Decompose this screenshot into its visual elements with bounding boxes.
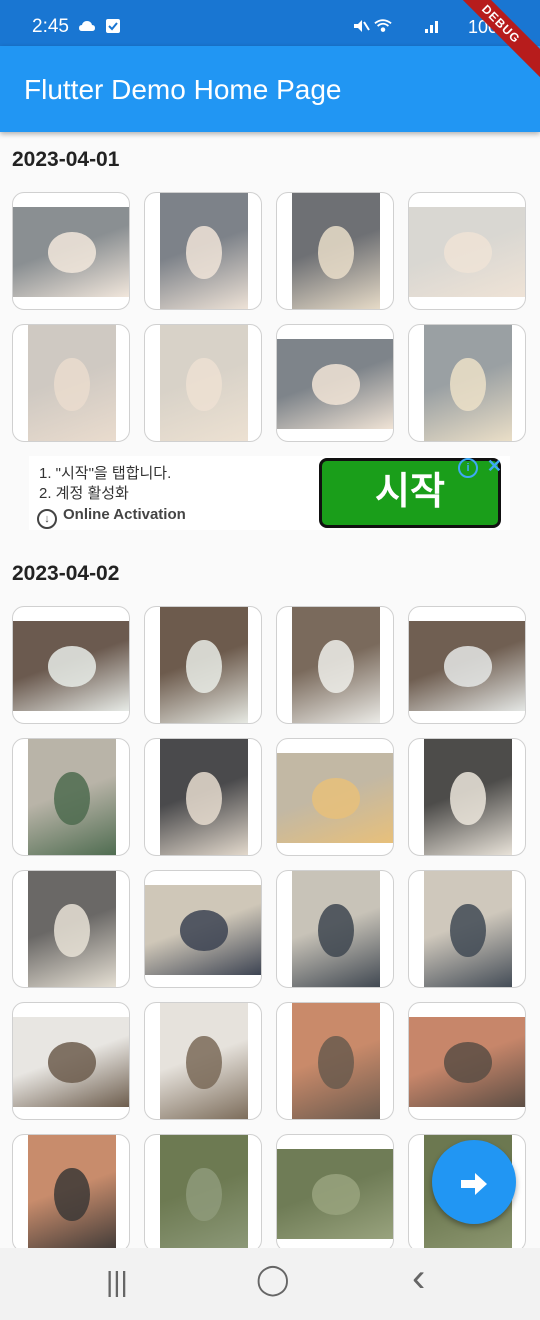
ad-close-icon[interactable]: ✕ — [487, 456, 502, 477]
recent-apps-button[interactable]: ||| — [106, 1266, 128, 1298]
photo-image — [292, 871, 380, 987]
ad-line-2: 2. 계정 활성화 — [39, 485, 129, 502]
photo-thumbnail[interactable] — [144, 192, 262, 310]
app-bar: Flutter Demo Home Page — [0, 46, 540, 132]
photo-thumbnail[interactable] — [12, 192, 130, 310]
photo-image — [28, 325, 116, 441]
photo-image — [160, 325, 248, 441]
date-header: 2023-04-02 — [12, 562, 120, 585]
checkbox-notification-icon — [106, 19, 120, 33]
photo-thumbnail[interactable] — [144, 870, 262, 988]
status-bar: 2:45 100% — [0, 0, 540, 46]
arrow-right-icon — [461, 1173, 487, 1196]
home-button[interactable]: ◯ — [256, 1262, 290, 1297]
next-fab-button[interactable] — [432, 1140, 516, 1224]
photo-thumbnail[interactable] — [276, 1134, 394, 1248]
photo-image — [409, 207, 525, 297]
photo-thumbnail[interactable] — [276, 606, 394, 724]
ad-brand-label: Online Activation — [63, 506, 186, 523]
photo-image — [160, 1135, 248, 1248]
photo-image — [13, 621, 129, 711]
photo-image — [28, 1135, 116, 1248]
wifi-icon — [374, 19, 392, 32]
photo-image — [292, 1003, 380, 1119]
photo-image — [13, 207, 129, 297]
photo-image — [424, 739, 512, 855]
photo-thumbnail[interactable] — [12, 870, 130, 988]
photo-thumbnail[interactable] — [12, 738, 130, 856]
photo-thumbnail[interactable] — [276, 870, 394, 988]
system-nav-bar: ||| ◯ ‹ — [0, 1248, 540, 1320]
photo-thumbnail[interactable] — [276, 192, 394, 310]
photo-image — [277, 753, 393, 843]
date-header: 2023-04-01 — [12, 148, 120, 171]
photo-thumbnail[interactable] — [408, 606, 526, 724]
photo-image — [160, 739, 248, 855]
photo-image — [409, 621, 525, 711]
photo-image — [28, 739, 116, 855]
photo-image — [160, 1003, 248, 1119]
photo-image — [424, 871, 512, 987]
ad-info-icon[interactable]: i — [458, 458, 478, 478]
photo-image — [409, 1017, 525, 1107]
back-button[interactable]: ‹ — [412, 1256, 425, 1301]
photo-list[interactable]: 2023-04-01 1. "시작"을 탭합니다. 2. 계정 활성화 ↓ Onl… — [0, 132, 540, 1248]
photo-image — [277, 1149, 393, 1239]
photo-thumbnail[interactable] — [144, 1002, 262, 1120]
photo-image — [145, 885, 261, 975]
signal-icon — [425, 21, 438, 33]
photo-thumbnail[interactable] — [144, 324, 262, 442]
photo-thumbnail[interactable] — [408, 1002, 526, 1120]
photo-image — [277, 339, 393, 429]
photo-thumbnail[interactable] — [144, 606, 262, 724]
photo-thumbnail[interactable] — [276, 324, 394, 442]
photo-image — [13, 1017, 129, 1107]
photo-thumbnail[interactable] — [408, 738, 526, 856]
photo-image — [160, 193, 248, 309]
photo-thumbnail[interactable] — [12, 1134, 130, 1248]
photo-thumbnail[interactable] — [408, 870, 526, 988]
photo-image — [28, 871, 116, 987]
download-icon: ↓ — [37, 509, 57, 529]
photo-image — [160, 607, 248, 723]
photo-thumbnail[interactable] — [144, 1134, 262, 1248]
photo-image — [292, 193, 380, 309]
photo-thumbnail[interactable] — [144, 738, 262, 856]
photo-thumbnail[interactable] — [276, 738, 394, 856]
ad-banner[interactable]: 1. "시작"을 탭합니다. 2. 계정 활성화 ↓ Online Activat… — [29, 456, 510, 530]
status-time: 2:45 — [32, 16, 69, 37]
battery-percent: 100% — [467, 17, 514, 37]
mute-icon — [354, 20, 370, 32]
page-title: Flutter Demo Home Page — [24, 74, 342, 105]
cloud-icon — [79, 21, 95, 31]
photo-thumbnail[interactable] — [12, 324, 130, 442]
ad-line-1: 1. "시작"을 탭합니다. — [39, 465, 172, 482]
photo-thumbnail[interactable] — [276, 1002, 394, 1120]
photo-thumbnail[interactable] — [12, 606, 130, 724]
photo-image — [292, 607, 380, 723]
ad-brand: ↓ Online Activation — [37, 506, 186, 529]
photo-image — [424, 325, 512, 441]
photo-thumbnail[interactable] — [408, 192, 526, 310]
photo-thumbnail[interactable] — [408, 324, 526, 442]
photo-thumbnail[interactable] — [12, 1002, 130, 1120]
